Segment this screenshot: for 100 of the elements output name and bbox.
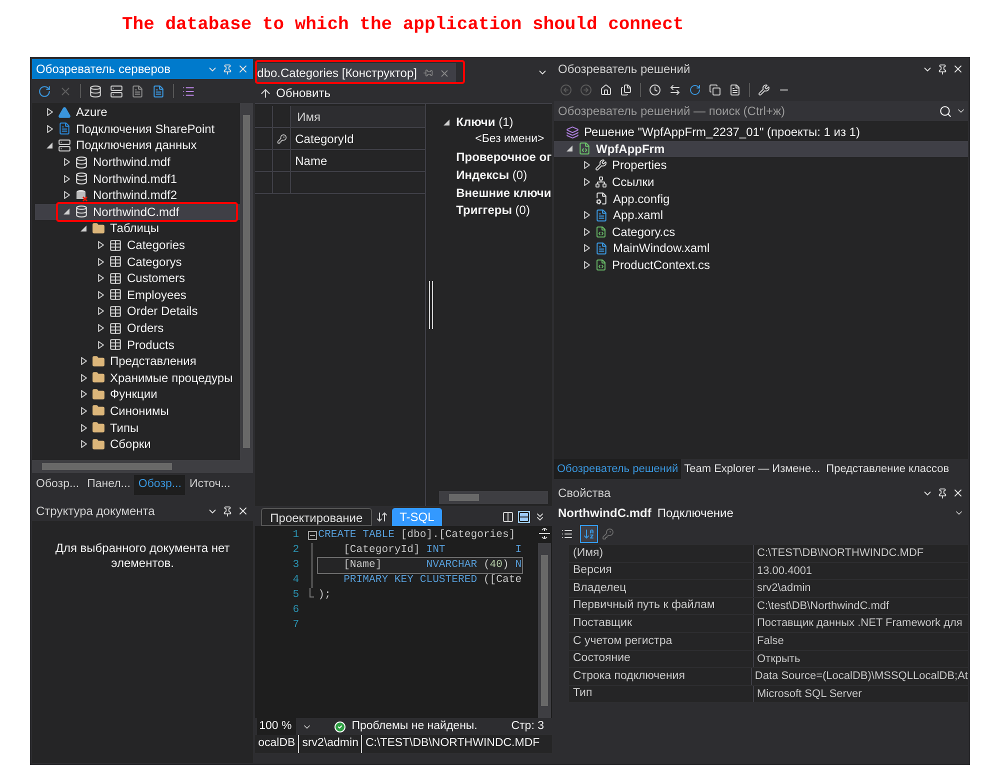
- pin-icon[interactable]: [937, 488, 948, 498]
- caret-right-icon[interactable]: [64, 191, 70, 200]
- property-name[interactable]: С учетом регистра: [569, 632, 754, 650]
- tree-item[interactable]: Представления: [35, 352, 240, 370]
- horizontal-scrollbar[interactable]: [32, 460, 254, 473]
- caret-right-icon[interactable]: [98, 307, 104, 316]
- table-cell[interactable]: Name: [291, 150, 426, 171]
- pin-icon[interactable]: [222, 506, 234, 516]
- page-icon[interactable]: [152, 84, 165, 98]
- tree-item[interactable]: Функции: [35, 386, 240, 403]
- tree-item[interactable]: Northwind.mdf2: [35, 186, 240, 204]
- property-name[interactable]: Состояние: [569, 650, 754, 668]
- caret-right-icon[interactable]: [46, 124, 52, 133]
- tree-item[interactable]: Customers: [35, 270, 240, 287]
- caret-right-icon[interactable]: [80, 424, 86, 432]
- caret-right-icon[interactable]: [584, 228, 590, 236]
- caret-right-icon[interactable]: [584, 261, 590, 270]
- property-value[interactable]: Открыть: [754, 650, 968, 668]
- caret-right-icon[interactable]: [98, 258, 104, 266]
- splitter-handle[interactable]: [428, 281, 433, 329]
- property-value[interactable]: C:\TEST\DB\NORTHWINDC.MDF: [754, 545, 968, 562]
- caret-right-icon[interactable]: [80, 440, 86, 448]
- tree-item[interactable]: Order Details: [35, 303, 240, 320]
- property-name[interactable]: (Имя): [569, 545, 754, 562]
- caret-right-icon[interactable]: [98, 241, 104, 250]
- clock-icon[interactable]: [649, 84, 661, 96]
- caret-down-icon[interactable]: [80, 224, 87, 232]
- caret-right-icon[interactable]: [80, 374, 86, 382]
- property-name[interactable]: Версия: [569, 562, 754, 580]
- caret-down-icon[interactable]: [443, 118, 450, 126]
- tree-item[interactable]: Employees: [35, 286, 240, 304]
- tree-item[interactable]: Category.cs: [554, 224, 968, 240]
- tree-item[interactable]: Orders: [35, 320, 240, 336]
- tree-item[interactable]: NorthwindC.mdf: [35, 204, 240, 220]
- tree-item[interactable]: Ссылки: [554, 174, 968, 190]
- panel-tab[interactable]: Источ...: [185, 475, 234, 495]
- property-name[interactable]: Поставщик: [569, 615, 754, 632]
- wrench-icon[interactable]: [758, 84, 770, 96]
- view-tab[interactable]: Проектирование: [261, 508, 372, 526]
- caret-right-icon[interactable]: [80, 390, 86, 398]
- panel-tab[interactable]: Представление классов: [823, 459, 952, 479]
- property-name[interactable]: Владелец: [569, 580, 754, 597]
- caret-right-icon[interactable]: [80, 406, 86, 415]
- panel-tab[interactable]: Панел...: [83, 475, 134, 495]
- alphabetical-button[interactable]: [580, 525, 598, 543]
- home-icon[interactable]: [600, 84, 612, 96]
- panel-tab[interactable]: Обозреватель решений: [554, 459, 682, 479]
- table-cell[interactable]: CategoryId: [291, 128, 426, 149]
- panel-tab[interactable]: Team Explorer — Измене...: [681, 459, 824, 479]
- document-icon[interactable]: [131, 84, 144, 98]
- caret-right-icon[interactable]: [98, 290, 104, 299]
- caret-down-icon[interactable]: [46, 142, 53, 149]
- caret-right-icon[interactable]: [584, 244, 590, 252]
- caret-right-icon[interactable]: [98, 340, 104, 349]
- tree-item[interactable]: Сборки: [35, 436, 240, 452]
- key-item[interactable]: <Без имени>: [475, 131, 544, 149]
- property-value[interactable]: Поставщик данных .NET Framework для: [754, 615, 968, 632]
- collapse-pane-icon[interactable]: [534, 511, 546, 523]
- property-value[interactable]: Microsoft SQL Server: [754, 686, 968, 702]
- group-label[interactable]: Ключи (1): [456, 113, 514, 132]
- tree-item[interactable]: Categorys: [35, 253, 240, 270]
- caret-right-icon[interactable]: [46, 108, 52, 116]
- property-name[interactable]: Первичный путь к файлам: [569, 598, 754, 614]
- caret-right-icon[interactable]: [80, 357, 86, 366]
- tree-item[interactable]: Products: [35, 336, 240, 353]
- tree-item[interactable]: Синонимы: [35, 402, 240, 420]
- property-value[interactable]: False: [754, 632, 968, 650]
- tree-item[interactable]: Properties: [554, 157, 968, 174]
- tree-item[interactable]: Categories: [35, 236, 240, 254]
- tree-item[interactable]: Таблицы: [35, 220, 240, 237]
- caret-right-icon[interactable]: [584, 178, 590, 186]
- tree-item[interactable]: Northwind.mdf: [35, 154, 240, 170]
- caret-right-icon[interactable]: [584, 161, 590, 170]
- sync-icon[interactable]: [669, 84, 681, 96]
- zoom-level[interactable]: 100 %: [257, 718, 296, 736]
- caret-right-icon[interactable]: [64, 174, 70, 183]
- close-icon[interactable]: [237, 505, 250, 517]
- horizontal-scrollbar[interactable]: [439, 491, 548, 504]
- property-name[interactable]: Строка подключения: [569, 668, 752, 685]
- tree-item[interactable]: MainWindow.xaml: [554, 240, 968, 257]
- pin-icon[interactable]: [937, 64, 948, 74]
- tree-item[interactable]: ProductContext.cs: [554, 256, 968, 274]
- tree-item[interactable]: Azure: [35, 104, 240, 121]
- group-label[interactable]: Внешние ключи: [456, 184, 552, 202]
- search-input[interactable]: Обозреватель решений — поиск (Ctrl+ж): [558, 102, 935, 120]
- key-icon[interactable]: [602, 528, 614, 540]
- property-value[interactable]: C:\test\DB\NorthwindC.mdf: [754, 598, 968, 614]
- refresh-icon[interactable]: [689, 84, 701, 96]
- close-icon[interactable]: [952, 487, 964, 499]
- group-label[interactable]: Проверочное ог: [456, 148, 552, 166]
- search-icon[interactable]: [939, 104, 952, 118]
- caret-down-icon[interactable]: [566, 145, 573, 152]
- caret-down-icon[interactable]: [63, 208, 70, 216]
- scrollbar[interactable]: [240, 103, 254, 460]
- property-value[interactable]: Data Source=(LocalDB)\MSSQLLocalDB;At: [752, 668, 968, 685]
- tree-item[interactable]: Подключения SharePoint: [35, 120, 240, 138]
- panel-tab[interactable]: Обозр...: [32, 475, 84, 495]
- group-label[interactable]: Индексы (0): [456, 166, 528, 184]
- tree-item[interactable]: Типы: [35, 419, 240, 436]
- tree-item[interactable]: Northwind.mdf1: [35, 170, 240, 187]
